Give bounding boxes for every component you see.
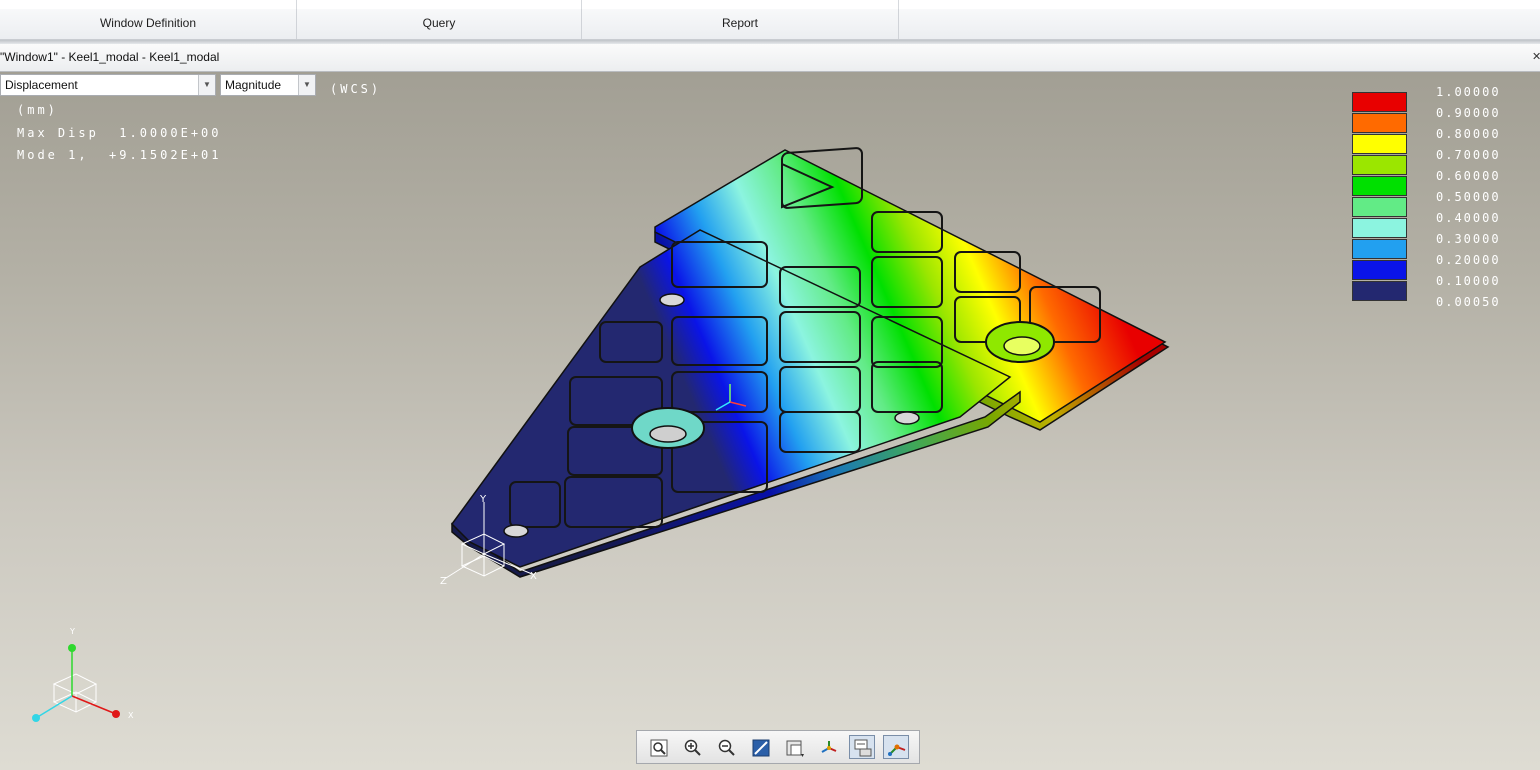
- spin-center-icon: [821, 741, 837, 753]
- legend-value: 0.80000: [1436, 127, 1501, 141]
- legend-value: 0.90000: [1436, 106, 1501, 120]
- legend-value: 0.20000: [1436, 253, 1501, 267]
- zoom-in-button[interactable]: [679, 735, 705, 759]
- saved-views-button[interactable]: [781, 735, 807, 759]
- view-toolbar: [636, 730, 920, 764]
- legend-value: 0.50000: [1436, 190, 1501, 204]
- ribbon-groups: Window Definition Query Report: [0, 9, 1540, 40]
- zoom-out-button[interactable]: [713, 735, 739, 759]
- close-icon[interactable]: ✕: [1532, 44, 1540, 71]
- annotation-display-button[interactable]: [849, 735, 875, 759]
- legend-swatch: [1352, 92, 1407, 112]
- legend-swatch: [1352, 113, 1407, 133]
- orientation-triad: Y X: [32, 627, 134, 722]
- triad-x-label: X: [128, 711, 134, 720]
- zoom-out-icon: [718, 739, 735, 756]
- triad-y-label: Y: [69, 627, 75, 636]
- datum-display-icon: [888, 744, 906, 756]
- legend-value: 0.00050: [1436, 295, 1501, 309]
- legend-swatch: [1352, 155, 1407, 175]
- repaint-button[interactable]: [747, 735, 773, 759]
- refit-icon: [650, 739, 668, 757]
- model-triad-y-label: Y: [479, 494, 487, 505]
- legend-swatch: [1352, 281, 1407, 301]
- legend-value: 0.30000: [1436, 232, 1501, 246]
- repaint-icon: [752, 739, 770, 757]
- annotation-display-icon: [854, 739, 872, 757]
- legend-swatch: [1352, 176, 1407, 196]
- fringe-legend-colors: [1352, 92, 1407, 302]
- model-triad-z-label: Z: [440, 576, 447, 587]
- legend-value: 0.60000: [1436, 169, 1501, 183]
- fringe-model[interactable]: Y X Z Y X: [0, 72, 1540, 770]
- legend-swatch: [1352, 218, 1407, 238]
- result-window-title-bar: "Window1" - Keel1_modal - Keel1_modal ✕: [0, 44, 1540, 72]
- refit-button[interactable]: [645, 735, 671, 759]
- ribbon-group-report[interactable]: Report: [582, 9, 899, 39]
- datum-display-button[interactable]: [883, 735, 909, 759]
- legend-value: 0.40000: [1436, 211, 1501, 225]
- zoom-in-icon: [684, 739, 701, 756]
- legend-value: 0.10000: [1436, 274, 1501, 288]
- legend-swatch: [1352, 197, 1407, 217]
- legend-value: 0.70000: [1436, 148, 1501, 162]
- legend-value: 1.00000: [1436, 85, 1501, 99]
- legend-swatch: [1352, 134, 1407, 154]
- graphics-viewport[interactable]: Displacement ▼ Magnitude ▼ (WCS) (mm) Ma…: [0, 72, 1540, 770]
- model-triad-x-label: X: [530, 571, 537, 582]
- legend-swatch: [1352, 260, 1407, 280]
- ribbon-group-query[interactable]: Query: [297, 9, 582, 39]
- app-root: Window Definition Query Report "Window1"…: [0, 0, 1540, 770]
- result-window-title: "Window1" - Keel1_modal - Keel1_modal: [0, 50, 220, 64]
- legend-swatch: [1352, 239, 1407, 259]
- spin-center-button[interactable]: [815, 735, 841, 759]
- saved-views-icon: [786, 740, 804, 757]
- fringe-legend-values: 1.00000 0.90000 0.80000 0.70000 0.60000 0.500…: [1436, 82, 1501, 313]
- ribbon-group-window-definition[interactable]: Window Definition: [0, 9, 297, 39]
